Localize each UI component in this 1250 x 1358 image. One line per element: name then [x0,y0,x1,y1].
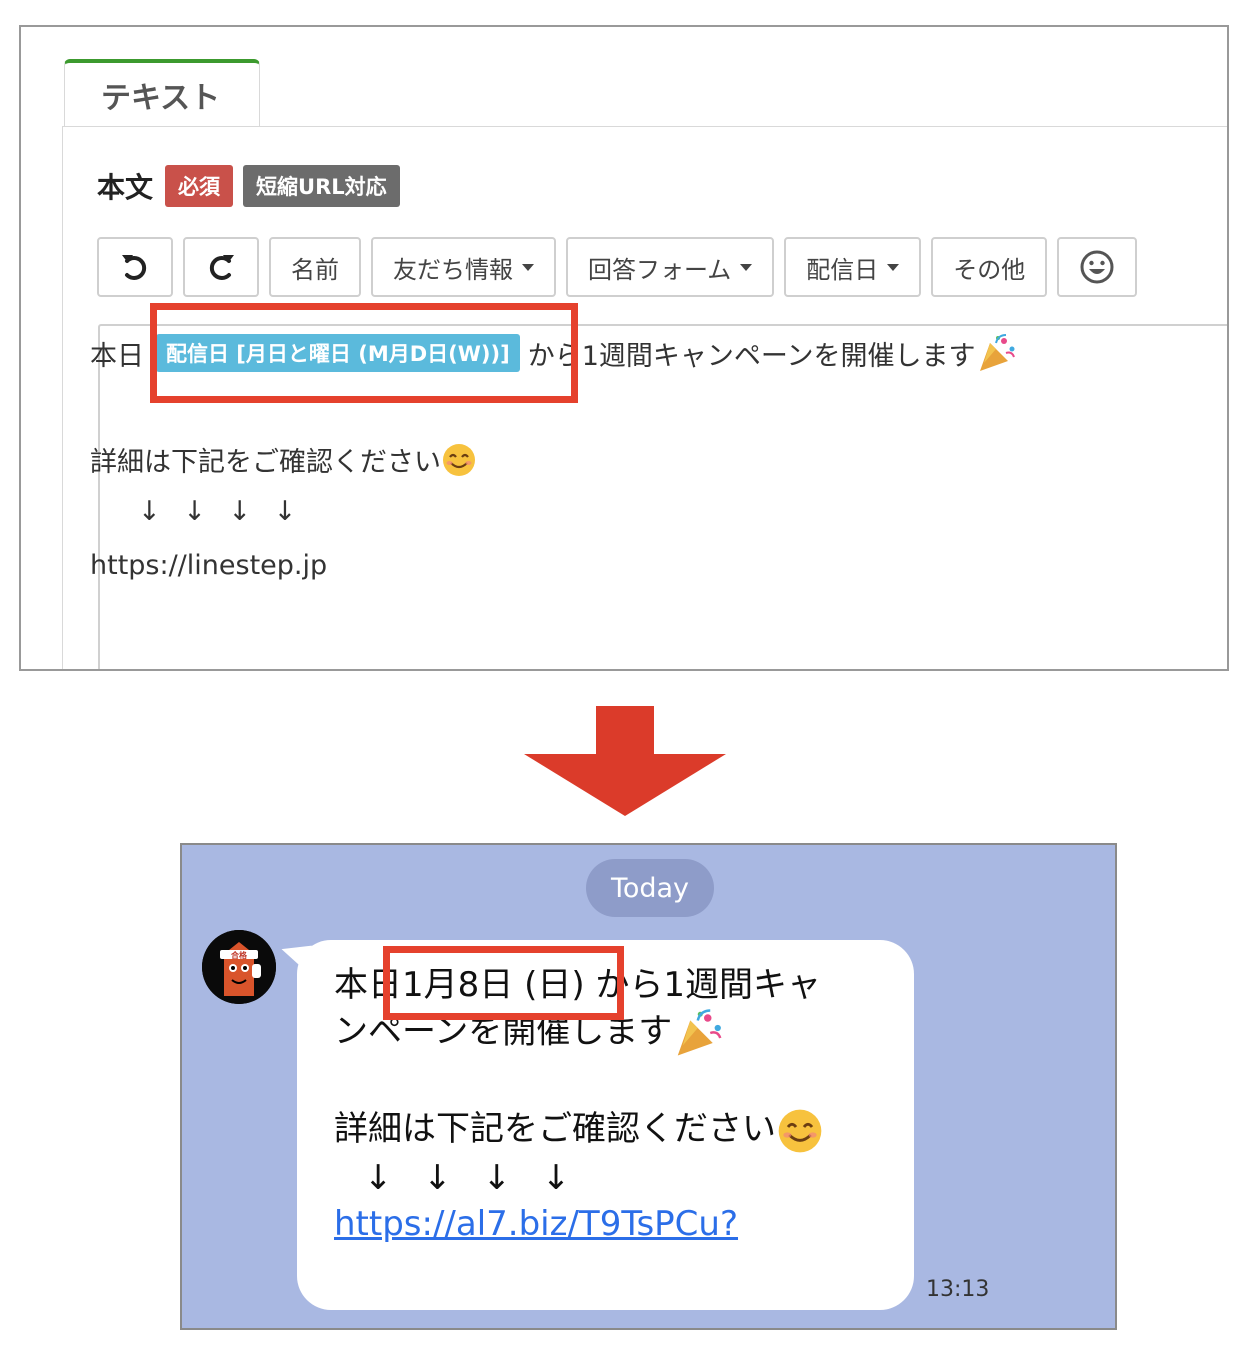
name-insert-label: 名前 [291,255,339,284]
party-popper-icon [979,334,1015,371]
friend-info-dropdown[interactable]: 友だち情報 [371,237,556,297]
body-line-1-suffix: から1週間キャンペーンを開催します [527,340,976,372]
short-url-badge: 短縮URL対応 [243,165,400,207]
required-badge: 必須 [165,165,234,207]
message-link[interactable]: https://al7.biz/T9TsPCu? [334,1204,738,1244]
message-line-3: 詳細は下記をご確認ください [334,1106,894,1155]
message-arrows: ↓ ↓ ↓ ↓ [364,1157,571,1198]
other-button[interactable]: その他 [931,237,1048,297]
message-timestamp: 13:13 [926,1277,990,1302]
smiley-icon [1080,250,1114,284]
caret-down-icon [887,263,900,271]
smiling-face-icon [443,443,475,476]
caret-down-icon [522,263,534,271]
party-popper-icon [678,1009,722,1056]
emoji-button[interactable] [1057,237,1138,297]
name-insert-button[interactable]: 名前 [269,237,361,297]
caret-down-icon [740,263,753,271]
friend-info-label: 友だち情報 [393,255,513,284]
body-line-url: https://linestep.jp [90,550,328,581]
smiling-face-icon [778,1109,822,1152]
delivery-date-dropdown[interactable]: 配信日 [784,237,922,297]
mascot-avatar-icon: 合格 [202,930,276,1004]
body-line-1-prefix: 本日 [90,340,144,372]
other-label: その他 [953,255,1026,284]
answer-form-dropdown[interactable]: 回答フォーム [566,237,775,297]
tab-divider [62,126,1227,127]
avatar[interactable]: 合格 [202,930,276,1004]
editor-toolbar: 名前 友だち情報 回答フォーム 配信日 その他 [97,237,1138,297]
tab-text-label: テキスト [101,81,221,116]
body-line-2-text: 詳細は下記をご確認ください [90,447,441,478]
body-field-label: 本文 必須 短縮URL対応 [97,165,400,207]
highlight-box-editor [150,303,578,403]
undo-icon [122,255,147,280]
undo-button[interactable] [97,237,173,297]
panel-left-border [62,126,63,669]
tab-text[interactable]: テキスト [64,59,260,127]
avatar-text: 合格 [230,950,248,960]
body-line-2: 詳細は下記をご確認ください [90,440,477,479]
delivery-date-label: 配信日 [806,255,879,284]
body-title: 本文 [97,171,154,204]
line-chat-preview: Today 合格 本日1月8日 (日) から1週間キャ ンペーンを開催します 詳… [180,843,1117,1330]
body-line-arrows: ↓ ↓ ↓ ↓ [138,496,297,527]
highlight-box-chat [383,946,624,1020]
answer-form-label: 回答フォーム [588,255,732,284]
message-link-line: https://al7.biz/T9TsPCu? [334,1201,894,1247]
message-line-3-text: 詳細は下記をご確認ください [334,1109,776,1149]
down-arrow-icon [524,706,726,816]
redo-button[interactable] [183,237,259,297]
date-separator: Today [586,859,714,917]
redo-icon [209,255,234,280]
